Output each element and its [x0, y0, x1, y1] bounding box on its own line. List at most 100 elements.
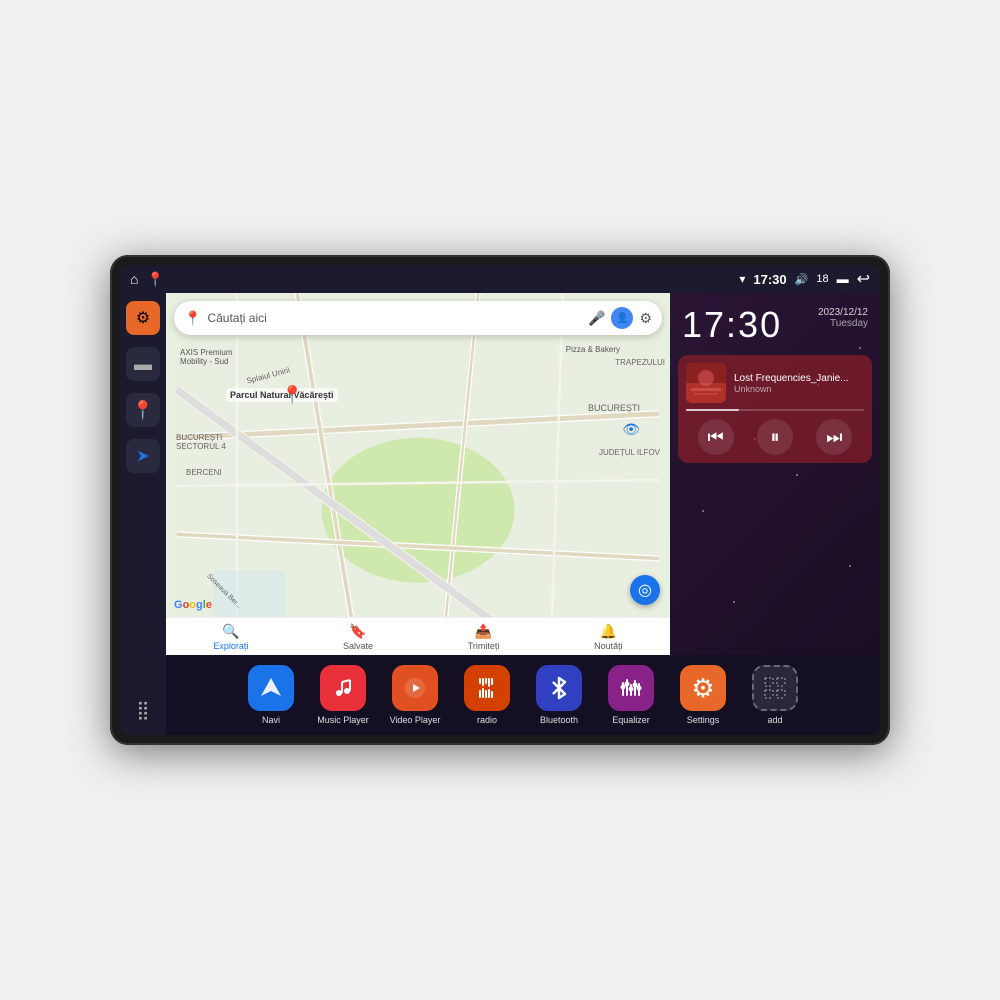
video-player-label: Video Player	[390, 715, 441, 725]
music-controls: ⏮ ⏸ ⏭	[686, 419, 864, 455]
map-label-trapez: TRAPEZULUI	[615, 358, 665, 367]
google-maps-icon: 📍	[184, 310, 201, 327]
bluetooth-svg	[547, 676, 571, 700]
music-widget: Lost Frequencies_Janie... Unknown ⏮ ⏸ ⏭	[678, 355, 872, 463]
explore-label: Explorați	[213, 641, 248, 651]
right-panel: 17:30 2023/12/12 Tuesday	[670, 293, 880, 655]
apps-bar: Navi Music Player	[166, 655, 880, 735]
equalizer-label: Equalizer	[612, 715, 650, 725]
saved-label: Salvate	[343, 641, 373, 651]
app-settings[interactable]: ⚙ Settings	[670, 665, 736, 725]
map-tab-news[interactable]: 🔔 Noutăți	[594, 623, 623, 651]
send-label: Trimiteți	[468, 641, 500, 651]
bluetooth-label: Bluetooth	[540, 715, 578, 725]
app-navi[interactable]: Navi	[238, 665, 304, 725]
news-icon: 🔔	[600, 623, 617, 640]
sidebar-settings-icon[interactable]: ⚙	[126, 301, 160, 335]
map-tab-saved[interactable]: 🔖 Salvate	[343, 623, 373, 651]
device-screen: ⌂ 📍 ▾ 17:30 🔊 18 ▬ ↩ ⚙ ▬ 📍 ➤ ⣿	[120, 265, 880, 735]
navi-icon	[248, 665, 294, 711]
pause-button[interactable]: ⏸	[757, 419, 793, 455]
radio-svg	[475, 676, 499, 700]
map-pin-main: 📍	[281, 385, 303, 406]
equalizer-icon	[608, 665, 654, 711]
navi-svg	[259, 676, 283, 700]
bluetooth-icon	[536, 665, 582, 711]
sidebar-location-icon[interactable]: 📍	[126, 393, 160, 427]
map-fab-location[interactable]: ◎	[630, 575, 660, 605]
radio-label: radio	[477, 715, 497, 725]
explore-icon: 🔍	[222, 623, 239, 640]
send-icon: 📤	[475, 623, 492, 640]
content-top: AXIS PremiumMobility - Sud Pizza & Baker…	[166, 293, 880, 655]
sidebar-grid-icon[interactable]: ⣿	[126, 693, 160, 727]
status-right-icons: ▾ 17:30 🔊 18 ▬ ↩	[739, 269, 870, 289]
album-art	[686, 363, 726, 403]
eq-svg	[619, 676, 643, 700]
map-label-pizza: Pizza & Bakery	[566, 345, 620, 354]
app-equalizer[interactable]: Equalizer	[598, 665, 664, 725]
video-icon	[392, 665, 438, 711]
sidebar-arrow-icon[interactable]: ➤	[126, 439, 160, 473]
map-tab-send[interactable]: 📤 Trimiteți	[468, 623, 500, 651]
google-logo: Google	[174, 599, 212, 611]
music-info: Lost Frequencies_Janie... Unknown	[686, 363, 864, 403]
app-video[interactable]: Video Player	[382, 665, 448, 725]
settings-icon: ⚙	[680, 665, 726, 711]
add-label: add	[767, 715, 782, 725]
map-label-sectorul4: BUCUREȘTISECTORUL 4	[176, 433, 226, 451]
main-area: ⚙ ▬ 📍 ➤ ⣿	[120, 293, 880, 735]
map-search-text[interactable]: Căutați aici	[207, 311, 582, 325]
clock-day: Tuesday	[818, 318, 868, 329]
app-music[interactable]: Music Player	[310, 665, 376, 725]
back-icon[interactable]: ↩	[857, 269, 870, 289]
map-search-bar[interactable]: 📍 Căutați aici 🎤 👤 ⚙	[174, 301, 662, 335]
prev-button[interactable]: ⏮	[698, 419, 734, 455]
next-button[interactable]: ⏭	[816, 419, 852, 455]
wifi-icon: ▾	[739, 272, 745, 286]
map-label-ilfov: JUDEȚUL ILFOV	[599, 448, 660, 457]
map-tab-explore[interactable]: 🔍 Explorați	[213, 623, 248, 651]
navi-label: Navi	[262, 715, 280, 725]
music-title: Lost Frequencies_Janie...	[734, 373, 864, 384]
saved-icon: 🔖	[349, 623, 366, 640]
map-settings-icon[interactable]: ⚙	[639, 310, 652, 327]
status-left-icons: ⌂ 📍	[130, 271, 164, 288]
map-icon[interactable]: 📍	[146, 271, 163, 288]
music-player-label: Music Player	[317, 715, 369, 725]
app-radio[interactable]: radio	[454, 665, 520, 725]
content-pane: AXIS PremiumMobility - Sud Pizza & Baker…	[166, 293, 880, 735]
music-icon	[320, 665, 366, 711]
video-svg	[403, 676, 427, 700]
sidebar: ⚙ ▬ 📍 ➤ ⣿	[120, 293, 166, 735]
app-bluetooth[interactable]: Bluetooth	[526, 665, 592, 725]
album-art-svg	[686, 363, 726, 403]
volume-icon: 🔊	[795, 273, 809, 286]
battery-icon: ▬	[837, 272, 849, 286]
user-avatar[interactable]: 👤	[611, 307, 633, 329]
device: ⌂ 📍 ▾ 17:30 🔊 18 ▬ ↩ ⚙ ▬ 📍 ➤ ⣿	[110, 255, 890, 745]
battery-level: 18	[816, 273, 828, 285]
news-label: Noutăți	[594, 641, 623, 651]
map-area[interactable]: AXIS PremiumMobility - Sud Pizza & Baker…	[166, 293, 670, 655]
home-icon[interactable]: ⌂	[130, 271, 138, 287]
add-svg	[760, 673, 790, 703]
add-icon	[752, 665, 798, 711]
mic-icon[interactable]: 🎤	[588, 310, 605, 327]
clock-time: 17:30	[682, 307, 782, 343]
music-progress-bar[interactable]	[686, 409, 864, 411]
music-svg	[331, 676, 355, 700]
sidebar-folder-icon[interactable]: ▬	[126, 347, 160, 381]
music-progress-fill	[686, 409, 739, 411]
map-label-axis: AXIS PremiumMobility - Sud	[180, 348, 232, 366]
map-bottom-bar: 🔍 Explorați 🔖 Salvate 📤 Trimiteți	[166, 617, 670, 655]
clock-widget: 17:30 2023/12/12 Tuesday	[678, 301, 872, 349]
settings-label: Settings	[687, 715, 720, 725]
map-label-berceni: BERCENI	[186, 468, 222, 477]
clock-date: 2023/12/12	[818, 307, 868, 318]
app-add[interactable]: add	[742, 665, 808, 725]
status-bar: ⌂ 📍 ▾ 17:30 🔊 18 ▬ ↩	[120, 265, 880, 293]
map-pin-eye[interactable]: 👁	[622, 421, 640, 438]
radio-icon	[464, 665, 510, 711]
map-label-bucuresti: BUCUREȘTI	[588, 403, 640, 413]
